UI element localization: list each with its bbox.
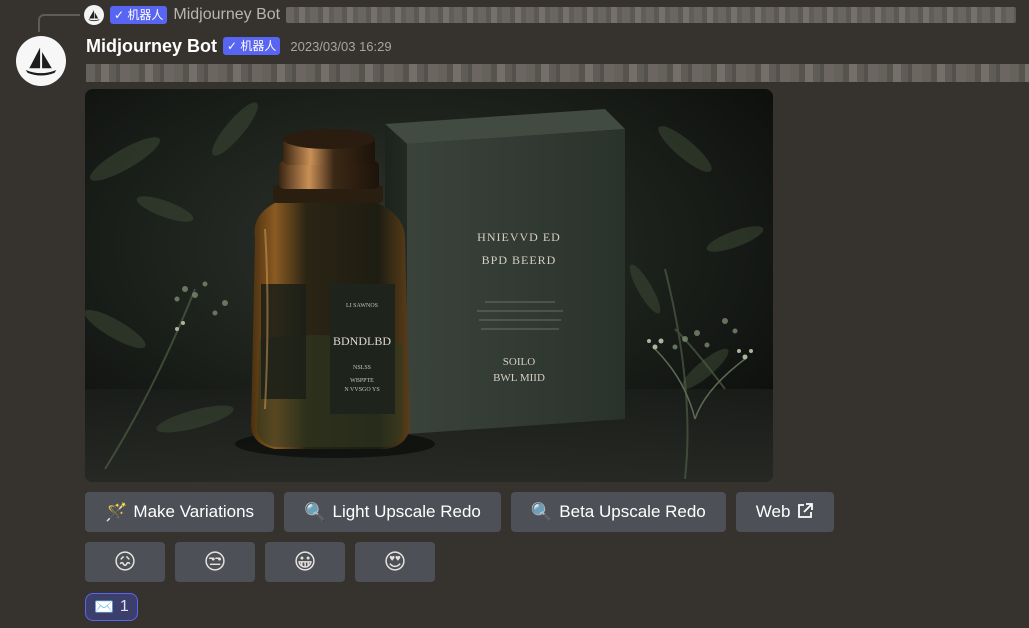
- light-upscale-redo-label: Light Upscale Redo: [332, 502, 481, 521]
- bottle-small-3: N VVSGO YS: [344, 387, 379, 393]
- sailboat-icon: [25, 47, 57, 76]
- reply-bot-badge: ✓ 机器人: [110, 6, 168, 24]
- web-label: Web: [755, 502, 791, 521]
- make-variations-button[interactable]: 🪄 Make Variations: [85, 492, 275, 532]
- box-bottom-1: SOILO: [503, 356, 535, 368]
- beta-upscale-redo-label: Beta Upscale Redo: [559, 502, 706, 521]
- bottle-small-top: LI SAWNOS: [346, 303, 378, 309]
- reply-spine: [38, 14, 80, 32]
- generated-image[interactable]: HNIEVVD ED BPD BEERD SOILO BWL MIID LI S…: [85, 89, 773, 482]
- author-name[interactable]: Midjourney Bot: [86, 36, 217, 57]
- web-link-button[interactable]: Web: [735, 492, 835, 532]
- box-title-1: HNIEVVD ED: [477, 230, 561, 244]
- beta-upscale-redo-button[interactable]: 🔍 Beta Upscale Redo: [510, 492, 726, 532]
- prompt-text-redacted: [86, 64, 1029, 82]
- light-upscale-redo-button[interactable]: 🔍 Light Upscale Redo: [284, 492, 501, 532]
- bottle-small-2: WBPPTE: [350, 378, 374, 384]
- reply-reference[interactable]: ✓ 机器人 Midjourney Bot: [84, 4, 1017, 26]
- message-timestamp[interactable]: 2023/03/03 16:29: [290, 39, 391, 54]
- envelope-reaction[interactable]: ✉️ 1: [85, 593, 138, 621]
- reply-content-redacted: [286, 7, 1017, 23]
- bot-avatar[interactable]: [16, 36, 66, 86]
- reply-avatar-icon: [84, 5, 104, 25]
- external-link-icon: [796, 502, 814, 523]
- magic-wand-icon: 🪄: [105, 502, 128, 522]
- rating-confounded-button[interactable]: 😖: [85, 542, 165, 582]
- action-buttons: 🪄 Make Variations 🔍 Light Upscale Redo 🔍…: [85, 492, 835, 532]
- rating-heart-eyes-button[interactable]: 😍: [355, 542, 435, 582]
- rating-grinning-button[interactable]: 😀: [265, 542, 345, 582]
- magnifier-icon: 🔍: [304, 502, 327, 522]
- rating-buttons: 😖 😒 😀 😍: [85, 542, 435, 582]
- reply-author[interactable]: Midjourney Bot: [173, 6, 280, 24]
- bottle-label: BDNDLBD: [333, 334, 391, 348]
- bottle-small-1: NSLSS: [353, 365, 371, 371]
- box-title-2: BPD BEERD: [482, 253, 557, 267]
- rating-unamused-button[interactable]: 😒: [175, 542, 255, 582]
- make-variations-label: Make Variations: [133, 502, 255, 521]
- reaction-count: 1: [119, 598, 129, 615]
- discord-message: ✓ 机器人 Midjourney Bot Midjourney Bot ✓ 机器…: [0, 0, 1029, 628]
- magnifier-icon: 🔍: [530, 502, 554, 522]
- envelope-icon: ✉️: [94, 599, 114, 616]
- bot-badge: ✓ 机器人: [223, 37, 281, 55]
- message-header: Midjourney Bot ✓ 机器人 2023/03/03 16:29: [86, 34, 392, 58]
- box-bottom-2: BWL MIID: [493, 372, 545, 384]
